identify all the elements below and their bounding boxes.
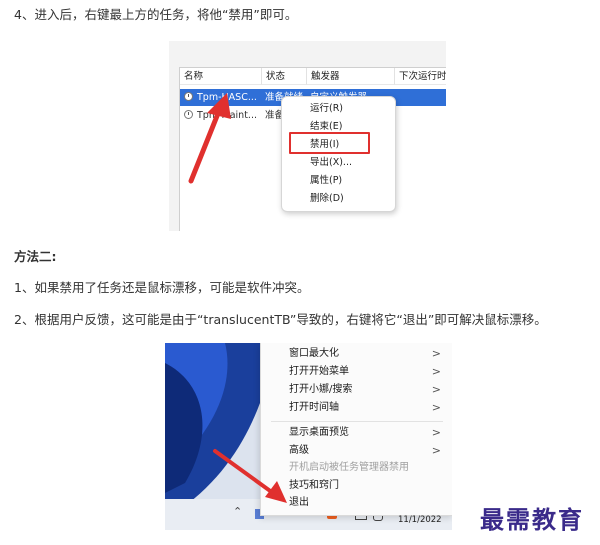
method-2-heading: 方法二: bbox=[14, 249, 57, 264]
point-2-text: 2、根据用户反馈，这可能是由于“translucentTB”导致的，右键将它“退… bbox=[14, 312, 547, 327]
watermark-logo: 最需教育 bbox=[480, 505, 584, 534]
translucenttb-screenshot: ⌃ 窗口最大化 > 打开开始菜单 > 打开小娜/搜索 > 打开时间轴 > 显示桌… bbox=[165, 343, 452, 530]
red-arrow-icon bbox=[213, 449, 287, 503]
red-arrow-icon bbox=[188, 93, 231, 184]
task-scheduler-screenshot: 名称 状态 触发器 下次运行时 Tpm-HASC... 准备就绪 自定义触发器 … bbox=[169, 41, 446, 231]
point-1-text: 1、如果禁用了任务还是鼠标漂移，可能是软件冲突。 bbox=[14, 280, 310, 295]
step-4-text: 4、进入后，右键最上方的任务，将他“禁用”即可。 bbox=[14, 7, 298, 22]
